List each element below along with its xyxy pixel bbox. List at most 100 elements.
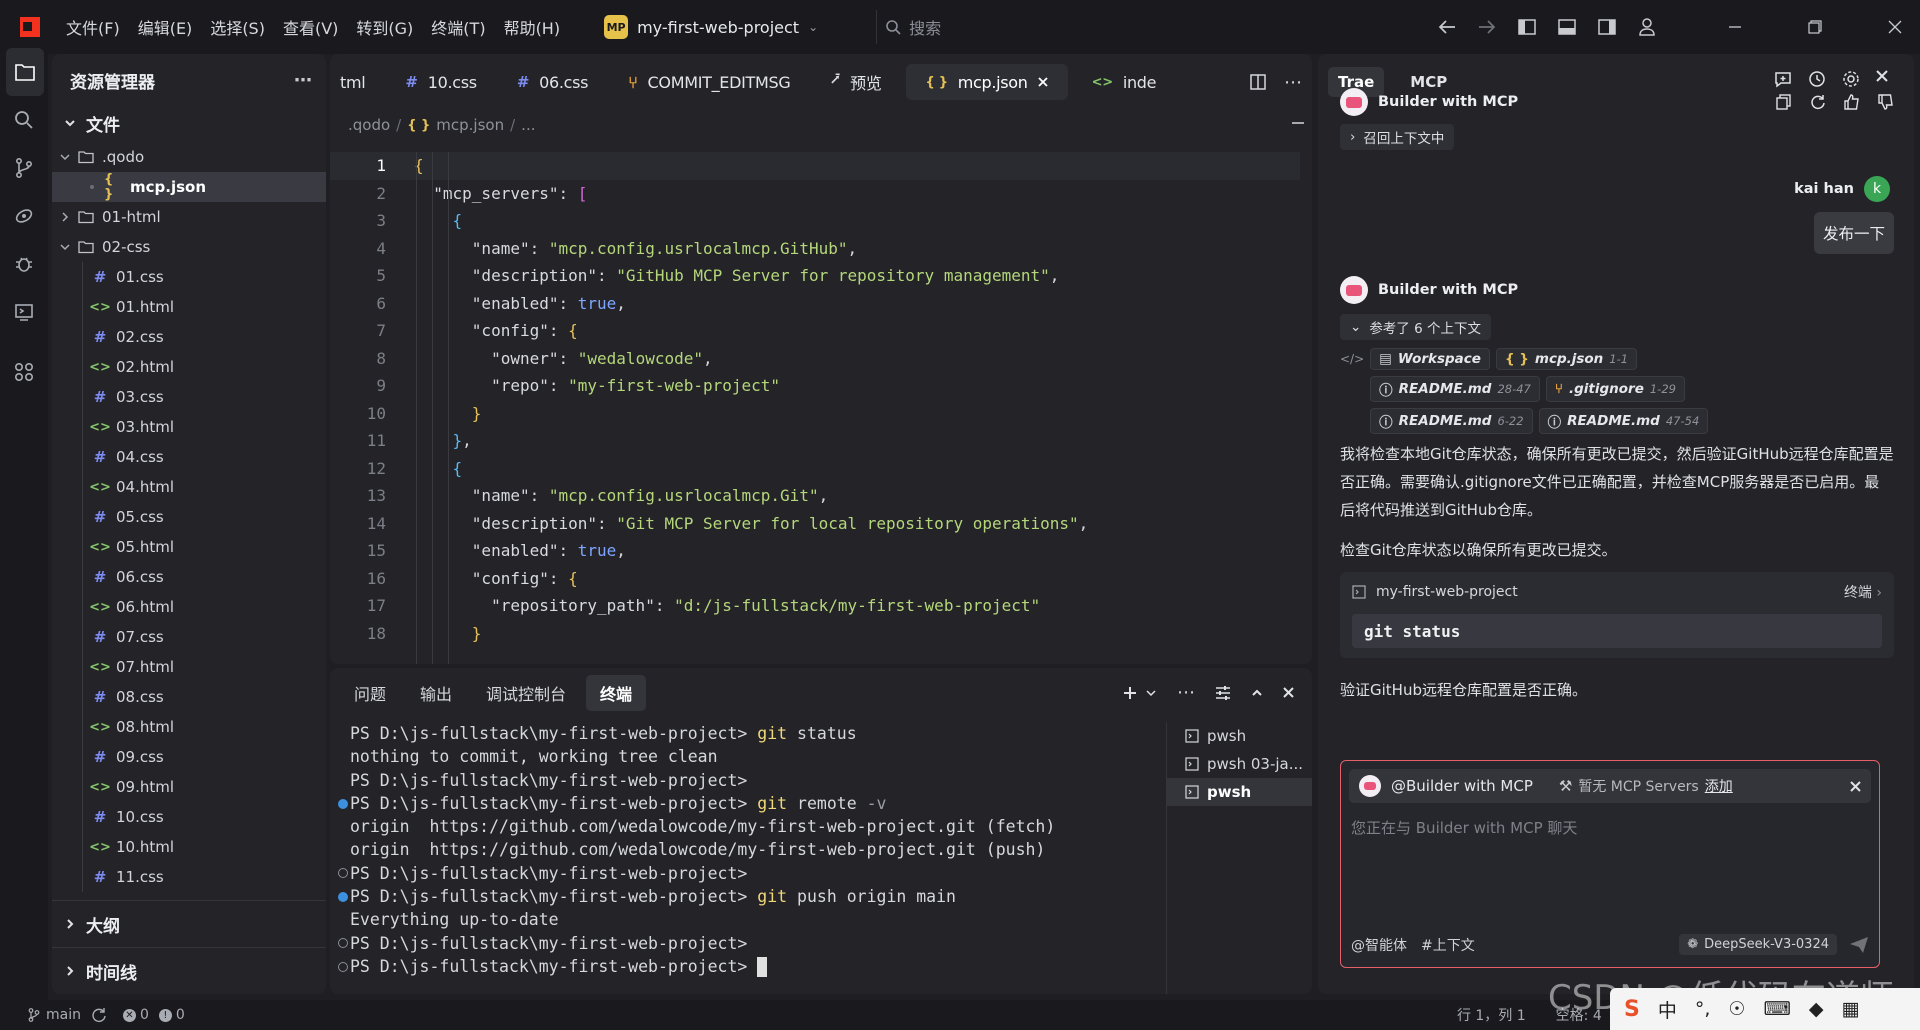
menu-terminal[interactable]: 终端(T) <box>431 15 485 39</box>
tree-item[interactable]: <> 10.html <box>52 832 326 862</box>
terminal-activity[interactable] <box>0 288 48 336</box>
menu-help[interactable]: 帮助(H) <box>504 15 561 39</box>
sync-icon[interactable] <box>91 1007 107 1023</box>
context-chip[interactable]: ⓘ README.md 47-54 <box>1538 408 1709 434</box>
add-server-link[interactable]: 添加 <box>1705 776 1733 796</box>
model-selector[interactable]: ❁ DeepSeek-V3-0324 <box>1679 934 1837 955</box>
toggle-secondary-sidebar-icon[interactable] <box>1596 16 1618 38</box>
history-icon[interactable] <box>1808 70 1826 88</box>
more-icon[interactable]: ⋯ <box>1177 682 1195 703</box>
tab-debug-console[interactable]: 调试控制台 <box>472 675 580 711</box>
tree-item[interactable]: #03.css <box>52 382 326 412</box>
tree-item[interactable]: #05.css <box>52 502 326 532</box>
explorer-activity[interactable] <box>6 48 44 96</box>
tree-item[interactable]: <> 07.html <box>52 652 326 682</box>
skin-icon[interactable]: ◆ <box>1809 998 1824 1020</box>
copy-icon[interactable] <box>1776 94 1792 110</box>
tab-mcp-json[interactable]: { } mcp.json <box>905 64 1068 100</box>
tree-item[interactable]: <> 05.html <box>52 532 326 562</box>
timeline-section-header[interactable]: 时间线 <box>52 947 326 994</box>
menu-select[interactable]: 选择(S) <box>210 15 265 39</box>
close-panel-icon[interactable] <box>1283 687 1294 698</box>
tree-item[interactable]: #07.css <box>52 622 326 652</box>
keyboard-icon[interactable]: ⌨ <box>1763 998 1790 1020</box>
agent-button[interactable]: @智能体 <box>1351 935 1407 955</box>
tree-item[interactable]: #11.css <box>52 862 326 892</box>
punctuation-icon[interactable]: °, <box>1695 998 1711 1020</box>
terminal-instance[interactable]: pwsh 03-ja... <box>1167 750 1312 778</box>
tab-06-css[interactable]: #06.css <box>497 64 608 100</box>
context-chip[interactable]: ▤ Workspace <box>1370 348 1490 370</box>
tree-item[interactable]: <> 02.html <box>52 352 326 382</box>
tree-item[interactable]: <> 01.html <box>52 292 326 322</box>
terminal-instance[interactable]: pwsh <box>1167 722 1312 750</box>
branch-indicator[interactable]: main <box>28 1007 81 1023</box>
breadcrumb-folder[interactable]: .qodo <box>348 116 390 134</box>
agent-mention[interactable]: @Builder with MCP <box>1391 777 1533 795</box>
tree-item[interactable]: { } mcp.json <box>52 172 326 202</box>
remote-activity[interactable] <box>0 192 48 240</box>
tree-item[interactable]: #02.css <box>52 322 326 352</box>
context-button[interactable]: #上下文 <box>1421 935 1475 955</box>
tree-item[interactable]: #06.css <box>52 562 326 592</box>
tree-item[interactable]: #01.css <box>52 262 326 292</box>
thumbs-up-icon[interactable] <box>1844 94 1860 110</box>
files-section-header[interactable]: 文件 <box>52 106 326 140</box>
chat-input[interactable]: 您正在与 Builder with MCP 聊天 <box>1341 811 1879 911</box>
toggle-sidebar-icon[interactable] <box>1516 16 1538 38</box>
tab-commit-editmsg[interactable]: ⑂ COMMIT_EDITMSG <box>608 64 810 100</box>
tab-preview[interactable]: ⭷ 预览 <box>810 64 901 100</box>
terminal-output[interactable]: PS D:\js-fullstack\my-first-web-project>… <box>330 722 1150 994</box>
menu-goto[interactable]: 转到(G) <box>356 15 413 39</box>
outline-section-header[interactable]: 大纲 <box>52 900 326 947</box>
maximize-panel-icon[interactable] <box>1251 687 1263 699</box>
tree-item[interactable]: <> 09.html <box>52 772 326 802</box>
tab-output[interactable]: 输出 <box>406 675 466 711</box>
debug-activity[interactable] <box>0 240 48 288</box>
thumbs-down-icon[interactable] <box>1878 94 1894 110</box>
tree-item[interactable]: #09.css <box>52 742 326 772</box>
menu-file[interactable]: 文件(F) <box>66 15 120 39</box>
context-chip[interactable]: ⓘ README.md 28-47 <box>1370 376 1540 402</box>
close-icon[interactable] <box>1876 70 1888 88</box>
project-switcher[interactable]: MP my-first-web-project ⌄ <box>604 15 818 39</box>
ime-lang[interactable]: 中 <box>1658 996 1677 1023</box>
send-icon[interactable] <box>1849 936 1869 954</box>
extensions-activity[interactable] <box>0 348 48 396</box>
grid-icon[interactable]: ▦ <box>1842 998 1860 1020</box>
code-editor[interactable]: 1{2 "mcp_servers": [3 {4 "name": "mcp.co… <box>330 152 1300 664</box>
tune-icon[interactable] <box>1215 685 1231 700</box>
tree-item[interactable]: #08.css <box>52 682 326 712</box>
tab-10-css[interactable]: #10.css <box>385 64 496 100</box>
account-icon[interactable] <box>1636 16 1658 38</box>
new-chat-icon[interactable] <box>1774 70 1792 88</box>
close-window-icon[interactable] <box>1884 16 1906 38</box>
menu-edit[interactable]: 编辑(E) <box>138 15 193 39</box>
voice-icon[interactable]: ☉ <box>1728 998 1745 1020</box>
close-tab-icon[interactable] <box>1037 77 1048 87</box>
scrollbar-thumb[interactable] <box>1292 122 1304 124</box>
terminal-instance[interactable]: pwsh <box>1167 778 1312 806</box>
open-terminal-link[interactable]: 终端 › <box>1844 582 1882 602</box>
tree-item[interactable]: #04.css <box>52 442 326 472</box>
forward-arrow-icon[interactable] <box>1476 16 1498 38</box>
tab-index-html[interactable]: <> inde <box>1072 64 1157 100</box>
regenerate-icon[interactable] <box>1810 94 1826 110</box>
more-icon[interactable]: ⋯ <box>294 70 312 91</box>
source-control-activity[interactable] <box>0 144 48 192</box>
add-terminal-icon[interactable] <box>1123 686 1137 700</box>
toggle-panel-icon[interactable] <box>1556 16 1578 38</box>
menu-view[interactable]: 查看(V) <box>283 15 338 39</box>
tab-problems[interactable]: 问题 <box>340 675 400 711</box>
back-arrow-icon[interactable] <box>1436 16 1458 38</box>
context-chip[interactable]: ⓘ README.md 6-22 <box>1370 408 1533 434</box>
tab-terminal[interactable]: 终端 <box>586 675 647 711</box>
breadcrumb-file[interactable]: mcp.json <box>436 116 504 134</box>
breadcrumb-more[interactable]: ... <box>521 116 535 134</box>
tree-item[interactable]: <> 04.html <box>52 472 326 502</box>
search-activity[interactable] <box>0 96 48 144</box>
tree-item[interactable]: 01-html <box>52 202 326 232</box>
referenced-context-toggle[interactable]: ⌄ 参考了 6 个上下文 <box>1340 314 1491 340</box>
problems-indicator[interactable]: ✕ 0 ! 0 <box>122 1007 185 1023</box>
cursor-position[interactable]: 行 1，列 1 <box>1457 1005 1526 1025</box>
